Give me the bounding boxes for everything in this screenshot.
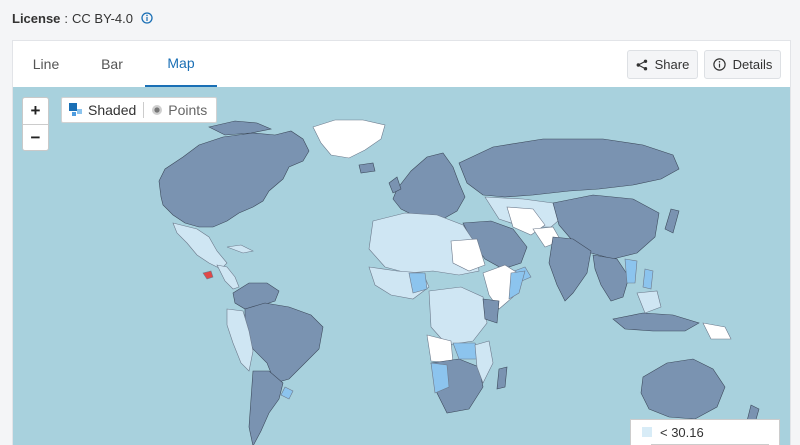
tab-line[interactable]: Line (13, 41, 79, 87)
world-map-canvas (158, 119, 760, 445)
shaded-label: Shaded (88, 102, 137, 118)
legend-entry: < 30.16 (631, 420, 704, 444)
tab-bar[interactable]: Bar (79, 41, 145, 87)
region-central-africa (428, 286, 488, 346)
legend-swatch (642, 427, 652, 437)
region-caribbean (226, 244, 254, 254)
shaded-option[interactable]: Shaded (62, 98, 143, 122)
license-value: CC BY-4.0 (72, 10, 133, 26)
zoom-out-button[interactable]: − (23, 125, 48, 150)
region-greenland (312, 119, 386, 159)
points-label: Points (168, 102, 208, 118)
region-philippines (642, 268, 654, 290)
region-india (548, 236, 592, 302)
license-separator: : (64, 10, 69, 26)
region-madagascar (496, 366, 508, 390)
legend-label: < 30.16 (660, 424, 704, 440)
region-papua (702, 322, 732, 340)
region-central-america (216, 264, 240, 290)
region-russia (458, 138, 680, 198)
shaded-squares-icon (69, 103, 82, 116)
region-southern-cone (248, 370, 284, 445)
region-mexico (172, 222, 228, 270)
points-option[interactable]: Points (144, 98, 214, 122)
points-dot-icon (152, 105, 163, 115)
info-icon[interactable] (141, 12, 153, 24)
region-iceland (358, 162, 376, 174)
zoom-in-button[interactable]: + (23, 98, 48, 125)
region-uruguay (280, 386, 294, 400)
info-circle-icon (712, 58, 726, 71)
license-label: License (12, 10, 61, 26)
chart-card: Line Bar Map Share Details + − Shaded Po… (12, 40, 791, 445)
region-indonesia (612, 312, 700, 332)
region-japan (664, 208, 680, 234)
world-map[interactable]: + − Shaded Points < 30.16 (13, 87, 790, 445)
region-highlighted-country (202, 270, 214, 280)
view-tabs: Line Bar Map (13, 41, 217, 87)
region-australia (640, 358, 726, 420)
region-europe (392, 152, 466, 220)
region-vietnam (624, 258, 638, 284)
tab-map[interactable]: Map (145, 41, 217, 87)
region-somalia (508, 270, 526, 300)
details-label: Details (732, 57, 773, 72)
license-line: License : CC BY-4.0 (12, 9, 153, 27)
region-southeast-asia (592, 254, 630, 302)
region-arctic-islands (208, 120, 273, 136)
zoom-controls: + − (22, 97, 49, 151)
region-north-america (158, 130, 310, 228)
details-button[interactable]: Details (704, 50, 781, 79)
share-label: Share (654, 57, 690, 72)
share-button[interactable]: Share (627, 50, 698, 79)
map-legend: < 30.16 (630, 419, 780, 445)
region-borneo (636, 290, 662, 314)
region-kenya (482, 298, 500, 324)
display-mode-toggle: Shaded Points (61, 97, 217, 123)
share-icon (636, 59, 647, 70)
